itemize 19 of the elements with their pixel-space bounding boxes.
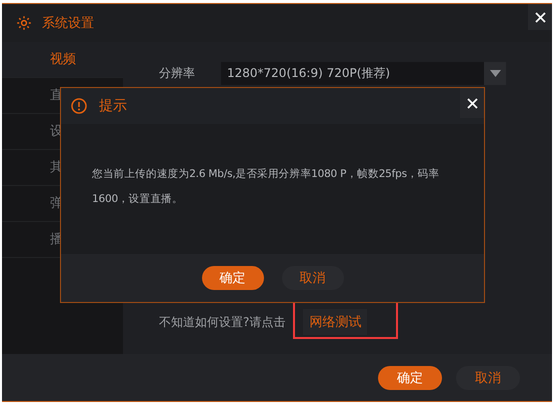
caret-icon (490, 70, 500, 77)
cancel-button[interactable]: 取消 (282, 266, 344, 290)
window-title: 系统设置 (42, 15, 94, 32)
dialog-message: 您当前上传的速度为2.6 Mb/s,是否采用分辨率1080 P，帧数25fps，码率1600，设置直播。 (92, 167, 440, 207)
close-icon (534, 12, 546, 22)
warning-icon (71, 98, 87, 114)
sidebar-item[interactable]: 视频 (2, 42, 123, 78)
settings-icon (16, 15, 32, 31)
resolution-dropdown[interactable]: 1280*720(16:9) 720P(推荐) (221, 62, 506, 85)
confirm-button[interactable]: 确定 (202, 266, 264, 290)
dialog-title: 提示 (99, 97, 127, 115)
resolution-label: 分辨率 (159, 65, 195, 82)
close-button[interactable] (460, 88, 484, 118)
cancel-button[interactable]: 取消 (456, 366, 520, 390)
help-text: 不知道如何设置?请点击 (159, 314, 286, 330)
network-test-button[interactable]: 网络测试 (303, 309, 368, 335)
close-icon (466, 98, 478, 108)
close-button[interactable] (528, 4, 552, 30)
confirm-button[interactable]: 确定 (378, 366, 442, 390)
